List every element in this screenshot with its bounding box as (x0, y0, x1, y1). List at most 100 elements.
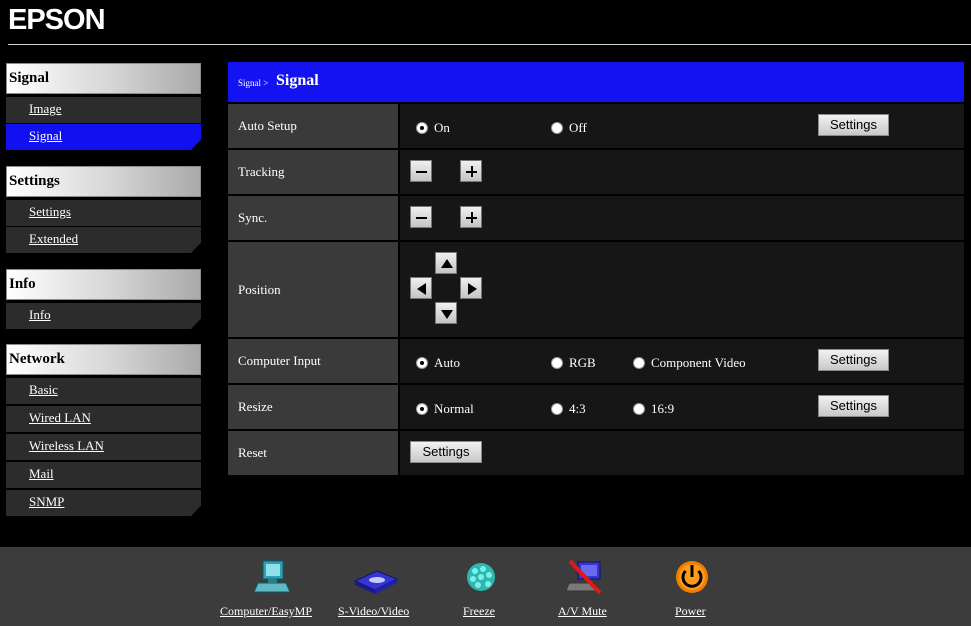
computer-input-auto-radio[interactable]: Auto (416, 355, 460, 371)
sidebar-item-label[interactable]: Settings (29, 204, 71, 220)
auto-setup-label: Auto Setup (228, 104, 398, 148)
position-left-button[interactable] (410, 277, 432, 299)
radio-label: Off (569, 120, 587, 135)
tracking-plus-button[interactable] (460, 160, 482, 182)
sidebar-item-image[interactable]: Image (6, 97, 201, 123)
tracking-minus-button[interactable] (410, 160, 432, 182)
sidebar-item-label[interactable]: Mail (29, 466, 54, 482)
resize-normal-radio[interactable]: Normal (416, 401, 474, 417)
arrow-left-icon (417, 283, 426, 295)
computer-easymp-button[interactable]: Computer/EasyMP (220, 547, 322, 626)
minus-icon (416, 217, 427, 219)
radio-label: Auto (434, 355, 460, 370)
av-mute-icon (566, 559, 602, 595)
freeze-button[interactable]: Freeze (460, 547, 502, 626)
radio-label: Normal (434, 401, 474, 416)
sidebar-item-label[interactable]: Wireless LAN (29, 438, 104, 454)
toolbar-label[interactable]: S-Video/Video (338, 604, 409, 619)
radio-selected-icon[interactable] (416, 403, 428, 415)
header-divider (8, 44, 971, 45)
computer-input-component-radio[interactable]: Component Video (633, 355, 746, 371)
radio-icon[interactable] (551, 122, 563, 134)
radio-icon[interactable] (551, 357, 563, 369)
epson-logo: EPSON (8, 4, 106, 36)
computer-input-label: Computer Input (228, 339, 398, 383)
position-up-button[interactable] (435, 252, 457, 274)
toolbar-label[interactable]: Power (675, 604, 706, 619)
sidebar-item-label[interactable]: Info (29, 307, 51, 323)
page-header: Signal > Signal (228, 62, 964, 102)
reset-label: Reset (228, 431, 398, 475)
sidebar-item-label[interactable]: Basic (29, 382, 58, 398)
plus-icon (466, 212, 477, 223)
radio-icon[interactable] (633, 357, 645, 369)
sidebar-item-basic[interactable]: Basic (6, 378, 201, 404)
freeze-icon (467, 563, 495, 591)
tracking-row (400, 150, 964, 194)
breadcrumb: Signal > (238, 78, 269, 88)
radio-label: Component Video (651, 355, 746, 370)
position-row (400, 242, 964, 337)
sync-row (400, 196, 964, 240)
sidebar-item-snmp[interactable]: SNMP (6, 490, 201, 516)
sidebar-header-network: Network (6, 344, 201, 375)
sidebar-item-label[interactable]: Extended (29, 231, 78, 247)
tracking-label: Tracking (228, 150, 398, 194)
position-right-button[interactable] (460, 277, 482, 299)
arrow-down-icon (441, 310, 453, 319)
page-title: Signal (276, 72, 319, 89)
minus-icon (416, 171, 427, 173)
sidebar-header-signal: Signal (6, 63, 201, 94)
video-device-icon (353, 570, 399, 594)
radio-selected-icon[interactable] (416, 122, 428, 134)
computer-input-settings-button[interactable]: Settings (818, 349, 889, 371)
toolbar-label[interactable]: Freeze (463, 604, 495, 619)
toolbar-label[interactable]: A/V Mute (558, 604, 607, 619)
radio-label: On (434, 120, 450, 135)
arrow-right-icon (468, 283, 477, 295)
computer-input-rgb-radio[interactable]: RGB (551, 355, 596, 371)
computer-input-row: Auto RGB Component Video Settings (400, 339, 964, 383)
radio-label: RGB (569, 355, 596, 370)
computer-icon (254, 560, 290, 593)
sidebar-item-label[interactable]: Image (29, 101, 61, 117)
sidebar-header-settings: Settings (6, 166, 201, 197)
resize-settings-button[interactable]: Settings (818, 395, 889, 417)
resize-4-3-radio[interactable]: 4:3 (551, 401, 586, 417)
sync-label: Sync. (228, 196, 398, 240)
sidebar-item-label[interactable]: Signal (29, 128, 62, 144)
sidebar-header-info: Info (6, 269, 201, 300)
av-mute-button[interactable]: A/V Mute (556, 547, 616, 626)
auto-setup-settings-button[interactable]: Settings (818, 114, 889, 136)
position-down-button[interactable] (435, 302, 457, 324)
resize-row: Normal 4:3 16:9 Settings (400, 385, 964, 429)
sidebar-item-mail[interactable]: Mail (6, 462, 201, 488)
sidebar-item-wireless-lan[interactable]: Wireless LAN (6, 434, 201, 460)
auto-setup-row: On Off Settings (400, 104, 964, 148)
bottom-toolbar: Computer/EasyMP S-Video/Video Freeze A/V… (0, 547, 971, 626)
power-button[interactable]: Power (672, 547, 712, 626)
radio-label: 4:3 (569, 401, 586, 416)
sidebar-item-label[interactable]: Wired LAN (29, 410, 91, 426)
toolbar-label[interactable]: Computer/EasyMP (220, 604, 312, 619)
auto-setup-on-radio[interactable]: On (416, 120, 450, 136)
sidebar-item-settings[interactable]: Settings (6, 200, 201, 226)
power-icon (676, 561, 708, 593)
radio-selected-icon[interactable] (416, 357, 428, 369)
radio-label: 16:9 (651, 401, 675, 416)
plus-icon (466, 166, 477, 177)
reset-settings-button[interactable]: Settings (410, 441, 482, 463)
auto-setup-off-radio[interactable]: Off (551, 120, 587, 136)
sync-plus-button[interactable] (460, 206, 482, 228)
position-label: Position (228, 242, 398, 337)
sidebar-item-label[interactable]: SNMP (29, 494, 64, 510)
resize-16-9-radio[interactable]: 16:9 (633, 401, 674, 417)
s-video-video-button[interactable]: S-Video/Video (336, 547, 416, 626)
sidebar-item-wired-lan[interactable]: Wired LAN (6, 406, 201, 432)
radio-icon[interactable] (551, 403, 563, 415)
sidebar-item-extended[interactable]: Extended (6, 227, 201, 253)
sidebar-item-info[interactable]: Info (6, 303, 201, 329)
sidebar-item-signal[interactable]: Signal (6, 124, 201, 150)
sync-minus-button[interactable] (410, 206, 432, 228)
radio-icon[interactable] (633, 403, 645, 415)
